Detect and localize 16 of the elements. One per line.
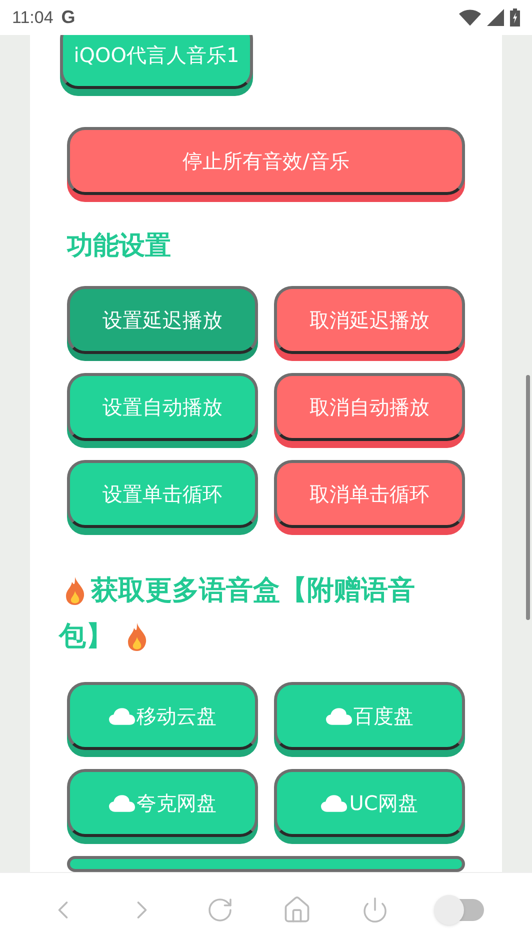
flame-icon [125,622,149,652]
status-time: 11:04 [12,6,54,29]
section-heading: 功能设置 [67,230,172,263]
network-label: G [61,6,76,29]
signal-icon [487,9,504,26]
cloud-icon [108,794,134,812]
refresh-icon[interactable] [206,896,234,924]
flame-icon [63,576,87,606]
section-heading: 包】 [59,620,113,654]
battery-icon [510,8,520,27]
cloud-icon [321,794,348,812]
wifi-icon [459,9,481,26]
cloud-icon [326,708,352,724]
power-icon[interactable] [360,896,389,924]
section-heading: 获取更多语音盒【附赠语音 [91,574,415,608]
cloud-icon [108,708,134,724]
